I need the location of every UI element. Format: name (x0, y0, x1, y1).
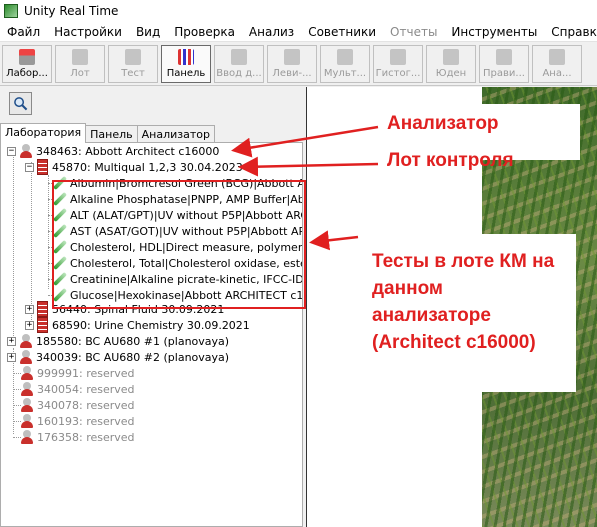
tab-laboratory[interactable]: Лаборатория (0, 123, 87, 143)
arrow-to-lot (238, 156, 379, 177)
arrow-to-tests (309, 230, 359, 251)
arrow-to-analyzer (231, 125, 379, 158)
annotation-arrows (231, 125, 379, 251)
